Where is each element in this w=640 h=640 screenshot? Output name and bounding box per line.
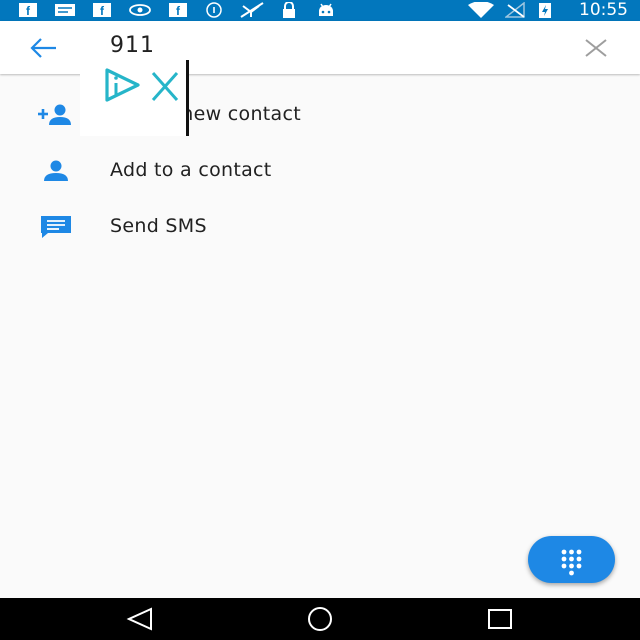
send-sms-item[interactable]: Send SMS <box>0 198 640 254</box>
back-button[interactable] <box>28 35 60 61</box>
clear-button[interactable] <box>584 38 608 58</box>
arrow-left-icon <box>30 38 56 58</box>
add-to-contact-label: Add to a contact <box>110 159 272 181</box>
lock-icon <box>280 2 298 18</box>
nav-home-button[interactable] <box>305 606 335 632</box>
navigation-bar <box>0 598 640 640</box>
android-icon <box>316 2 336 18</box>
back-triangle-icon <box>126 607 152 631</box>
nav-back-button[interactable] <box>125 606 155 632</box>
recents-square-icon <box>488 609 512 629</box>
close-icon <box>585 39 607 57</box>
no-location-icon <box>238 2 266 18</box>
add-person-icon <box>36 100 76 130</box>
wifi-icon <box>466 2 496 18</box>
no-signal-icon <box>504 2 526 18</box>
play-info-icon <box>105 68 140 102</box>
eye-icon <box>128 2 152 18</box>
send-sms-label: Send SMS <box>110 215 207 237</box>
close-icon[interactable] <box>151 72 179 101</box>
person-icon <box>36 156 76 186</box>
message-icon <box>54 2 76 18</box>
info-icon <box>204 2 224 18</box>
home-circle-icon <box>308 607 332 631</box>
search-input[interactable]: 911 <box>110 33 155 58</box>
status-bar: f f f 10:55 <box>0 0 640 21</box>
facebook-icon: f <box>168 2 188 18</box>
facebook-icon: f <box>18 2 38 18</box>
facebook-icon: f <box>92 2 112 18</box>
message-icon <box>36 212 76 242</box>
status-time: 10:55 <box>579 0 628 20</box>
floating-overlay-widget[interactable] <box>80 60 189 136</box>
dialpad-icon <box>561 549 582 576</box>
nav-recents-button[interactable] <box>485 606 515 632</box>
dialpad-fab[interactable] <box>528 536 615 583</box>
battery-charging-icon <box>536 2 554 18</box>
add-to-contact-item[interactable]: Add to a contact <box>0 142 640 198</box>
